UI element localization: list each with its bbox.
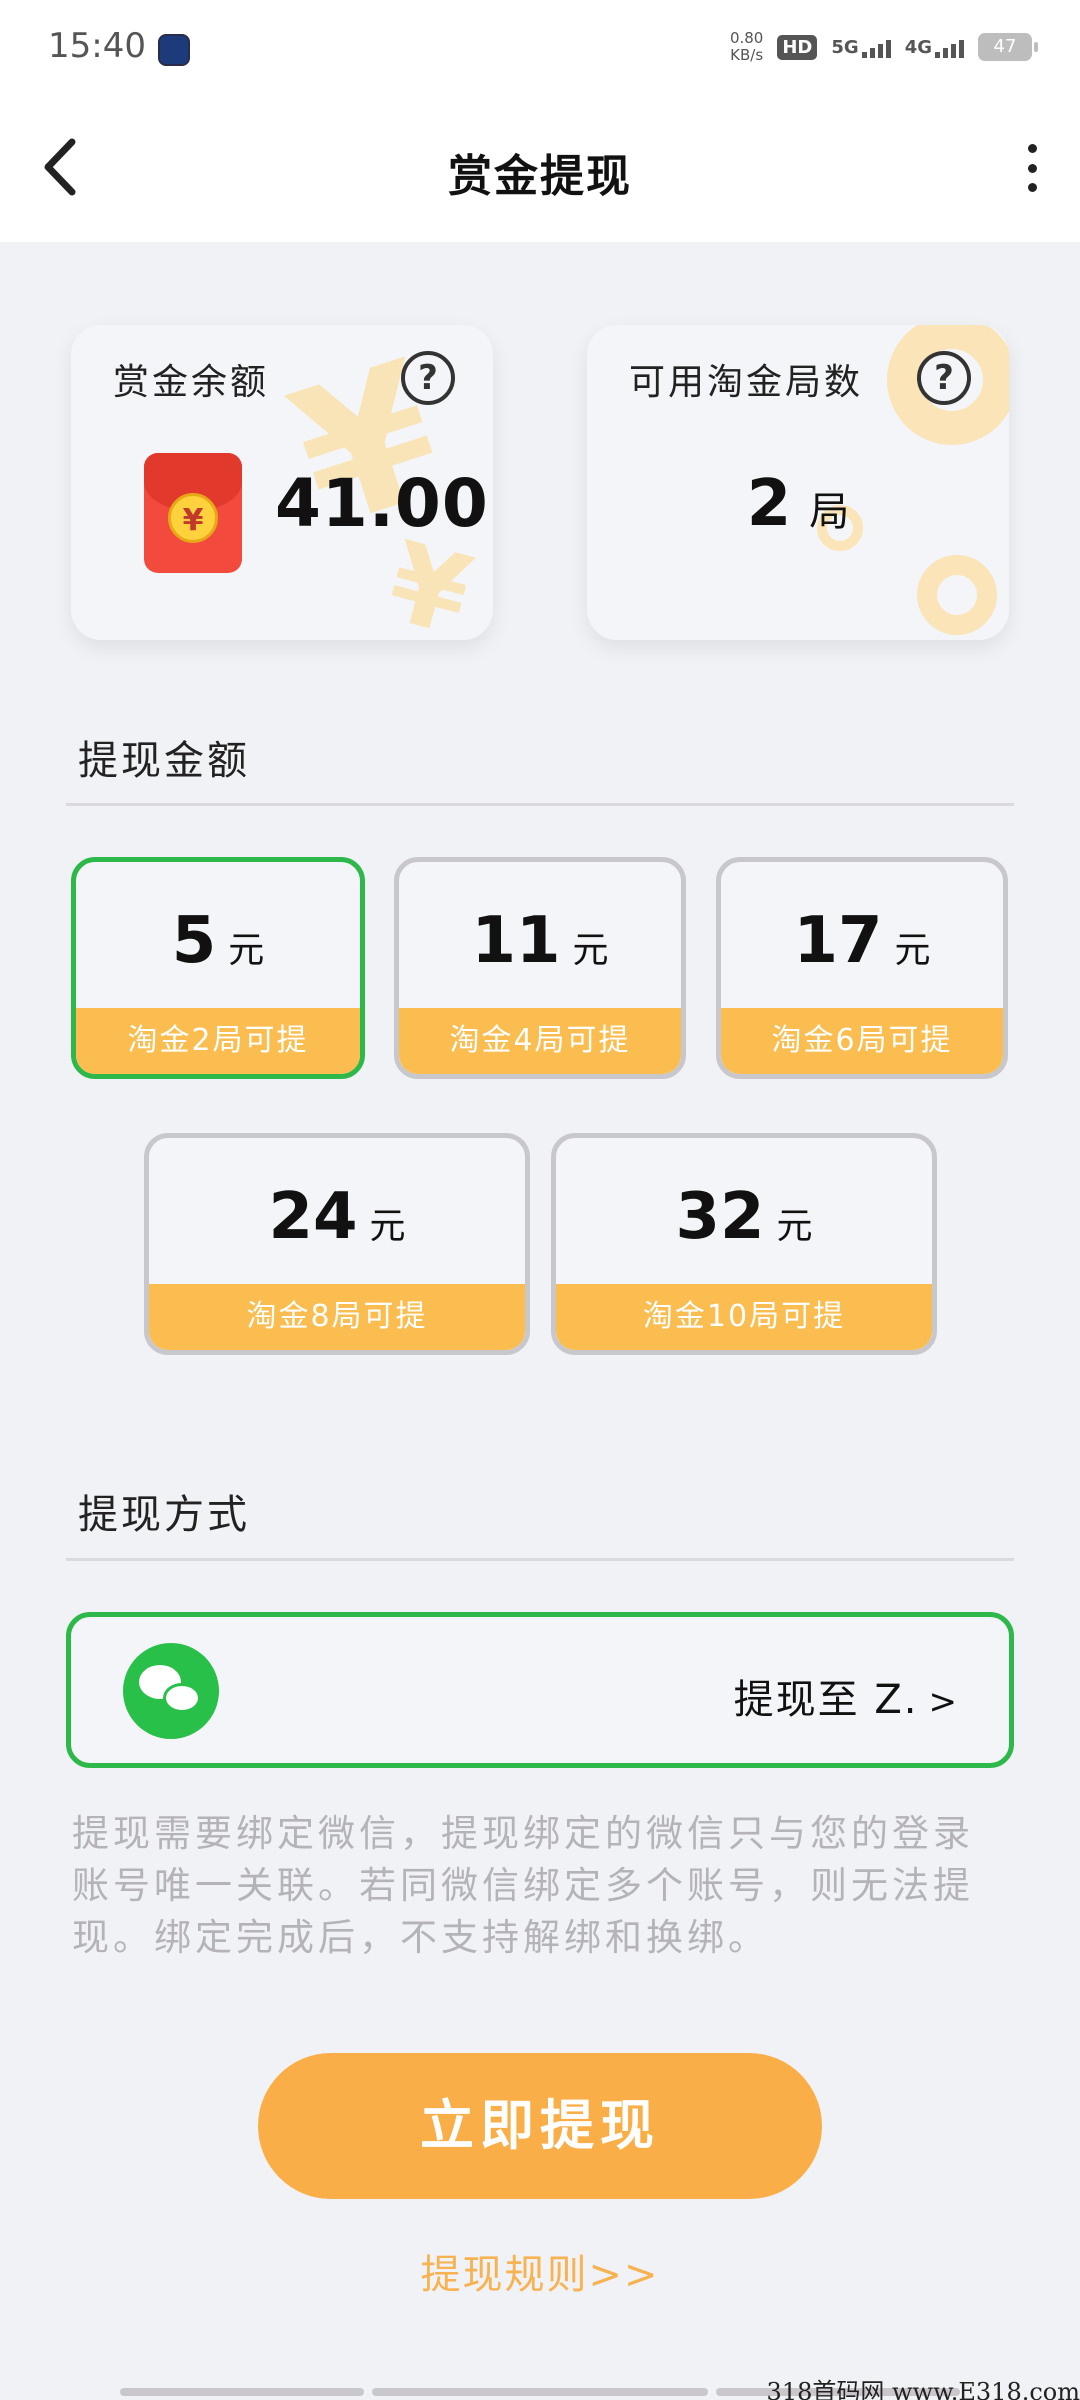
wechat-withdraw-method[interactable]: 提现至 Z. > xyxy=(66,1612,1014,1768)
battery-icon: 47 xyxy=(978,33,1038,61)
withdraw-target: 提现至 Z. > xyxy=(734,1667,959,1725)
method-section-title: 提现方式 xyxy=(78,1492,250,1538)
rounds-display: 2局 xyxy=(587,467,1009,541)
withdraw-now-button[interactable]: 立即提现 xyxy=(258,2053,822,2199)
amount-unit: 元 xyxy=(228,930,265,971)
amount-value: 17 xyxy=(793,904,883,978)
nav-bar: 赏金提现 xyxy=(0,100,1080,242)
hd-icon: HD xyxy=(777,34,818,60)
bounty-balance-card: ¥ ¥ 赏金余额 ? ¥ 41.00 xyxy=(71,325,493,640)
amount-requirement-tag: 淘金4局可提 xyxy=(399,1008,681,1074)
balance-help-icon[interactable]: ? xyxy=(401,351,455,405)
amount-option-17[interactable]: 17 元 淘金6局可提 xyxy=(716,857,1008,1079)
more-dot-icon xyxy=(1027,163,1037,173)
site-watermark: 318首码网 www.E318.com xyxy=(766,2378,1080,2400)
withdraw-rules-link[interactable]: 提现规则>> xyxy=(0,2242,1080,2300)
amount-option-11[interactable]: 11 元 淘金4局可提 xyxy=(394,857,686,1079)
page-title: 赏金提现 xyxy=(448,151,632,202)
more-options-button[interactable] xyxy=(1012,138,1052,198)
status-time: 15:40 xyxy=(48,26,146,66)
amount-option-5[interactable]: 5元 淘金2局可提 xyxy=(71,857,365,1079)
more-dot-icon xyxy=(1027,183,1037,192)
amount-option-24[interactable]: 24 元 淘金8局可提 xyxy=(144,1133,530,1355)
amount-requirement-tag: 淘金6局可提 xyxy=(721,1008,1003,1074)
chevron-right-icon: > xyxy=(928,1682,959,1722)
red-packet-icon: ¥ xyxy=(144,453,242,573)
balance-value: 41.00 xyxy=(275,465,489,542)
rounds-label: 可用淘金局数 xyxy=(629,362,864,403)
app-notification-icon xyxy=(158,34,190,66)
amount-requirement-tag: 淘金2局可提 xyxy=(76,1008,360,1074)
amount-unit: 元 xyxy=(369,1206,406,1247)
amount-section-title: 提现金额 xyxy=(78,738,250,784)
amount-value: 24 xyxy=(268,1180,358,1254)
balance-label: 赏金余额 xyxy=(113,362,270,403)
home-indicator xyxy=(372,2388,708,2396)
home-indicator xyxy=(120,2388,364,2396)
status-bar: 15:40 0.80 KB/s HD 5G 4G 47 xyxy=(0,0,1080,100)
rounds-value: 2 xyxy=(746,467,792,541)
amount-divider xyxy=(66,803,1014,806)
rounds-unit: 局 xyxy=(809,489,850,535)
status-indicators: 0.80 KB/s HD 5G 4G 47 xyxy=(729,29,1038,64)
signal-5g-icon: 5G xyxy=(831,37,891,58)
binding-notice: 提现需要绑定微信，提现绑定的微信只与您的登录账号唯一关联。若同微信绑定多个账号，… xyxy=(72,1812,974,1959)
network-speed: 0.80 KB/s xyxy=(729,29,764,64)
amount-requirement-tag: 淘金8局可提 xyxy=(149,1284,525,1350)
ring-decoration-icon xyxy=(917,555,997,635)
amount-value: 11 xyxy=(471,904,561,978)
method-divider xyxy=(66,1558,1014,1561)
signal-4g-icon: 4G xyxy=(905,37,964,58)
available-rounds-card: 可用淘金局数 ? 2局 xyxy=(587,325,1009,640)
amount-unit: 元 xyxy=(894,930,931,971)
amount-option-32[interactable]: 32 元 淘金10局可提 xyxy=(551,1133,937,1355)
amount-unit: 元 xyxy=(776,1206,813,1247)
wechat-icon xyxy=(123,1643,219,1739)
amount-requirement-tag: 淘金10局可提 xyxy=(556,1284,932,1350)
more-dot-icon xyxy=(1027,144,1037,153)
amount-value: 32 xyxy=(675,1180,765,1254)
amount-value: 5 xyxy=(171,904,217,978)
amount-unit: 元 xyxy=(572,930,609,971)
withdraw-target-label: 提现至 Z. xyxy=(733,1677,919,1723)
rounds-help-icon[interactable]: ? xyxy=(917,351,971,405)
